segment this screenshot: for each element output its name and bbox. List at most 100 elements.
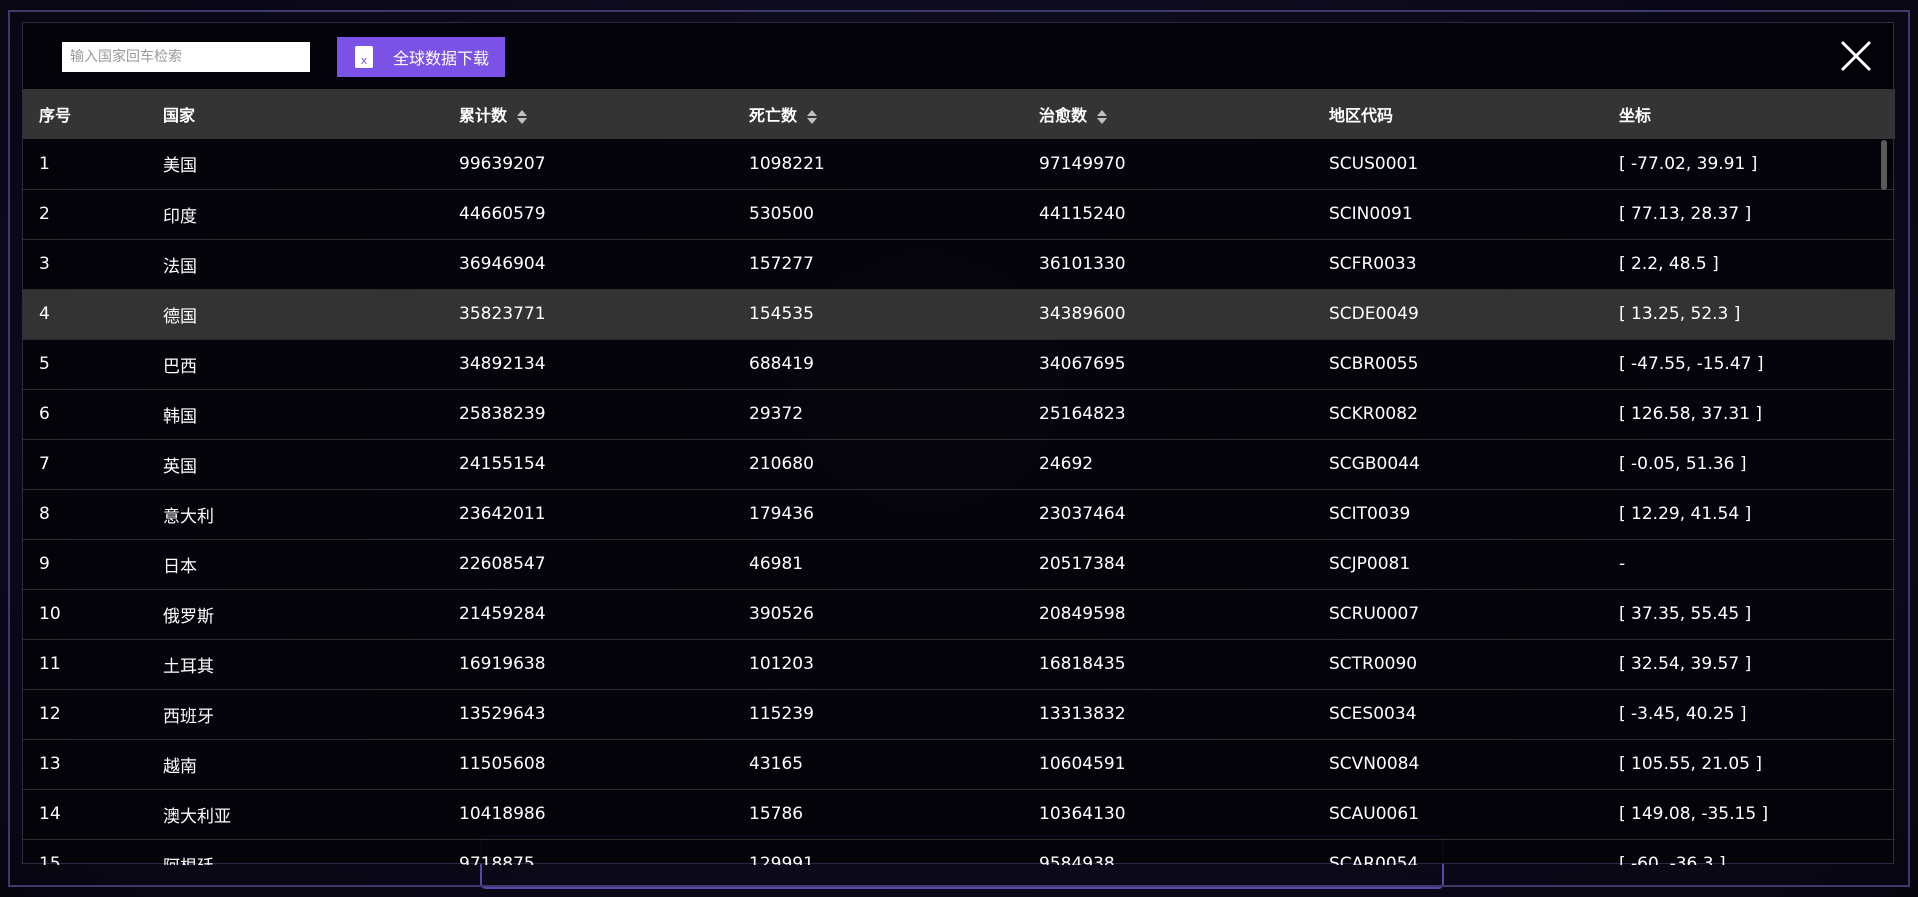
table-row[interactable]: 8 意大利 23642011 179436 23037464 SCIT0039 [ 12.2… (23, 489, 1895, 539)
cell-index: 8 (39, 504, 50, 524)
cell-coordinates: - (1619, 554, 1626, 574)
cell-recovered: 16818435 (1039, 654, 1126, 674)
column-header-index: 序号 (39, 106, 72, 125)
cell-deaths: 15786 (749, 804, 804, 824)
cell-country: 阿根廷 (147, 839, 443, 866)
cell-index: 4 (39, 304, 50, 324)
cell-country: 美国 (163, 156, 197, 177)
cell-cumulative: 10418986 (459, 804, 546, 824)
table-row[interactable]: 7 英国 24155154 210680 24692 SCGB0044 [ -0.05, 5… (23, 439, 1895, 489)
cell-recovered: 20849598 (1039, 604, 1126, 624)
cell-recovered: 24692 (1039, 454, 1094, 474)
close-icon[interactable] (1838, 38, 1874, 74)
cell-index: 10 (39, 604, 61, 624)
cell-country: 俄罗斯 (163, 606, 214, 627)
table-header-row: 序号 国家 累计数 死亡数 治愈数 地区代码 坐标 (23, 89, 1895, 139)
cell-index: 7 (39, 454, 50, 474)
table-row[interactable]: 3 法国 36946904 157277 36101330 SCFR0033 [ 2.2, … (23, 239, 1895, 289)
cell-recovered: 44115240 (1039, 204, 1126, 224)
cell-deaths: 129991 (749, 854, 814, 865)
cell-cumulative: 35823771 (459, 304, 546, 324)
table-row[interactable]: 13 越南 11505608 43165 10604591 SCVN0084 [ 105.5… (23, 739, 1895, 789)
cell-cumulative: 44660579 (459, 204, 546, 224)
sort-icon[interactable] (807, 109, 818, 125)
cell-index: 2 (39, 204, 50, 224)
table-row[interactable]: 14 澳大利亚 10418986 15786 10364130 SCAU0061 [ 149… (23, 789, 1895, 839)
cell-cumulative: 22608547 (459, 554, 546, 574)
cell-deaths: 154535 (749, 304, 814, 324)
country-data-table: 序号 国家 累计数 死亡数 治愈数 地区代码 坐标 1 美国 99639207 109… (23, 89, 1895, 865)
table-row[interactable]: 1 美国 99639207 1098221 97149970 SCUS0001 [ -77.… (23, 139, 1895, 189)
cell-recovered: 34389600 (1039, 304, 1126, 324)
table-row[interactable]: 5 巴西 34892134 688419 34067695 SCBR0055 [ -47.5… (23, 339, 1895, 389)
cell-cumulative: 13529643 (459, 704, 546, 724)
cell-region-code: SCUS0001 (1329, 153, 1419, 174)
cell-coordinates: [ 13.25, 52.3 ] (1619, 304, 1741, 324)
cell-coordinates: [ -3.45, 40.25 ] (1619, 704, 1747, 724)
cell-region-code: SCAR0054 (1329, 854, 1419, 865)
frame-left-line (8, 10, 10, 887)
cell-deaths: 688419 (749, 354, 814, 374)
cell-deaths: 390526 (749, 604, 814, 624)
cell-deaths: 157277 (749, 254, 814, 274)
cell-recovered: 34067695 (1039, 354, 1126, 374)
cell-coordinates: [ -47.55, -15.47 ] (1619, 354, 1764, 374)
table-row[interactable]: 11 土耳其 16919638 101203 16818435 SCTR0090 [ 32.… (23, 639, 1895, 689)
cell-coordinates: [ -77.02, 39.91 ] (1619, 153, 1758, 174)
table-row[interactable]: 2 印度 44660579 530500 44115240 SCIN0091 [ 77.13… (23, 189, 1895, 239)
download-button-label: 全球数据下载 (393, 49, 490, 68)
cell-cumulative: 16919638 (459, 654, 546, 674)
table-row[interactable]: 4 德国 35823771 154535 34389600 SCDE0049 [ 13.25… (23, 289, 1895, 339)
cell-region-code: SCVN0084 (1329, 754, 1420, 774)
cell-country: 越南 (163, 756, 197, 777)
cell-cumulative: 36946904 (459, 254, 546, 274)
cell-index: 6 (39, 404, 50, 424)
cell-region-code: SCFR0033 (1329, 254, 1417, 274)
cell-country: 法国 (163, 256, 197, 277)
cell-coordinates: [ 149.08, -35.15 ] (1619, 804, 1769, 824)
cell-deaths: 29372 (749, 404, 804, 424)
column-header-cumulative[interactable]: 累计数 (443, 89, 733, 139)
country-search-input[interactable] (62, 42, 310, 72)
table-scrollbar[interactable] (1881, 140, 1887, 190)
table-row[interactable]: 12 西班牙 13529643 115239 13313832 SCES0034 [ -3.… (23, 689, 1895, 739)
table-row[interactable]: 10 俄罗斯 21459284 390526 20849598 SCRU0007 [ 37.… (23, 589, 1895, 639)
cell-region-code: SCIT0039 (1329, 504, 1411, 524)
table-row[interactable]: 6 韩国 25838239 29372 25164823 SCKR0082 [ 126.58… (23, 389, 1895, 439)
cell-coordinates: [ 2.2, 48.5 ] (1619, 254, 1719, 274)
cell-country: 西班牙 (163, 706, 214, 727)
cell-country: 澳大利亚 (163, 806, 231, 827)
cell-deaths: 1098221 (749, 153, 825, 174)
global-data-download-button[interactable]: 全球数据下载 (337, 37, 505, 77)
cell-cumulative: 23642011 (459, 504, 546, 524)
cell-region-code: SCGB0044 (1329, 454, 1420, 474)
cell-coordinates: [ 105.55, 21.05 ] (1619, 754, 1763, 774)
cell-recovered: 10364130 (1039, 804, 1126, 824)
sort-icon[interactable] (1097, 109, 1108, 125)
cell-country: 巴西 (163, 356, 197, 377)
cell-index: 11 (39, 654, 61, 674)
cell-coordinates: [ -0.05, 51.36 ] (1619, 454, 1747, 474)
sort-icon[interactable] (517, 109, 528, 125)
cell-coordinates: [ 32.54, 39.57 ] (1619, 654, 1752, 674)
cell-country: 印度 (163, 206, 197, 227)
cell-region-code: SCDE0049 (1329, 304, 1419, 324)
cell-coordinates: [ 12.29, 41.54 ] (1619, 504, 1752, 524)
cell-cumulative: 21459284 (459, 604, 546, 624)
cell-index: 15 (39, 854, 61, 865)
modal-toolbar: 全球数据下载 (23, 23, 1893, 87)
cell-country: 英国 (163, 456, 197, 477)
cell-coordinates: [ 126.58, 37.31 ] (1619, 404, 1763, 424)
column-header-recovered[interactable]: 治愈数 (1023, 89, 1313, 139)
cell-coordinates: [ 77.13, 28.37 ] (1619, 204, 1752, 224)
cell-cumulative: 99639207 (459, 153, 546, 174)
cell-region-code: SCAU0061 (1329, 804, 1419, 824)
table-row[interactable]: 15 阿根廷 9718875 129991 9584938 SCAR0054 [ -60, … (23, 839, 1895, 865)
cell-cumulative: 34892134 (459, 354, 546, 374)
cell-recovered: 23037464 (1039, 504, 1126, 524)
column-header-deaths[interactable]: 死亡数 (733, 89, 1023, 139)
cell-recovered: 25164823 (1039, 404, 1126, 424)
cell-recovered: 36101330 (1039, 254, 1126, 274)
table-row[interactable]: 9 日本 22608547 46981 20517384 SCJP0081 - (23, 539, 1895, 589)
cell-coordinates: [ -60, -36.3 ] (1619, 854, 1726, 865)
